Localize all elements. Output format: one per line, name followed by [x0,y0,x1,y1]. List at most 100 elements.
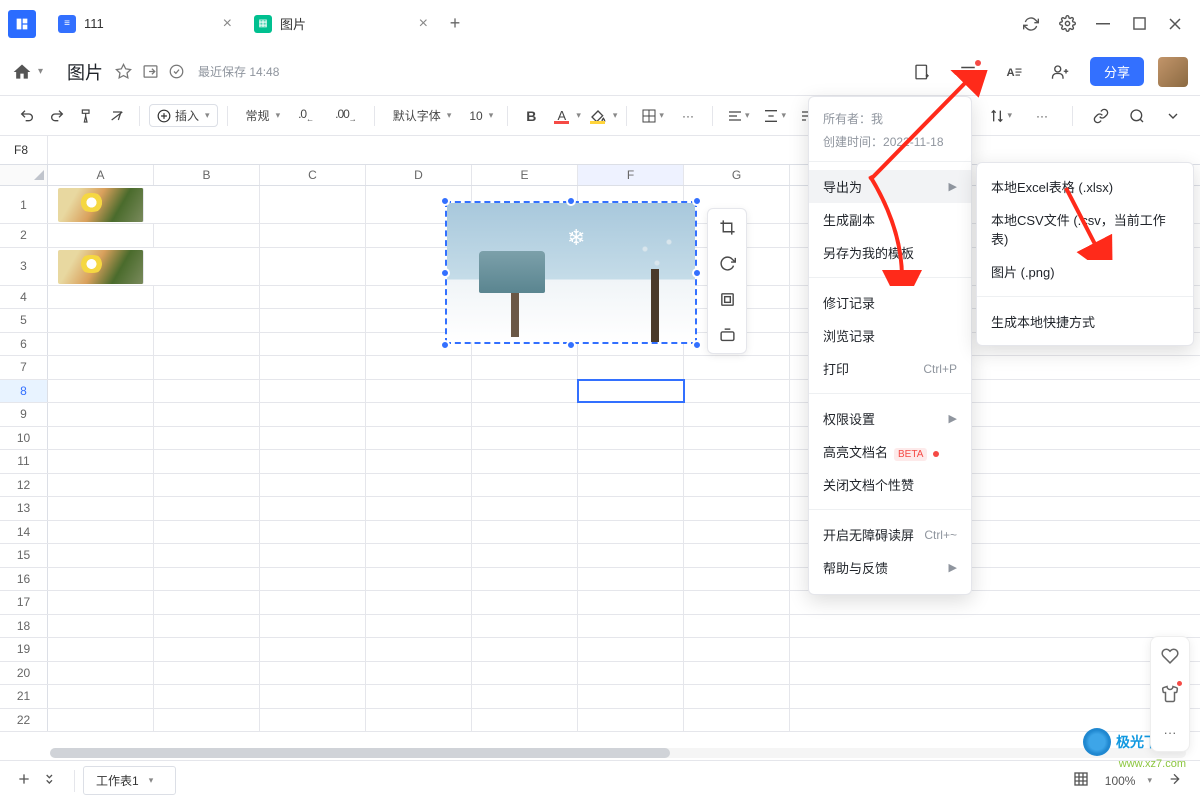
cell[interactable] [366,615,472,638]
cell[interactable] [366,380,472,403]
cell[interactable] [154,638,260,661]
row-header[interactable]: 1 [0,186,48,223]
cell[interactable] [366,356,472,379]
cell[interactable] [366,521,472,544]
sheet-dropdown-icon[interactable]: ▾ [149,775,154,786]
cell[interactable] [472,544,578,567]
export-png[interactable]: 图片 (.png) [977,255,1193,288]
cell[interactable] [154,568,260,591]
home-icon[interactable] [12,62,32,82]
cell[interactable] [154,544,260,567]
cell[interactable] [48,709,154,732]
close-icon[interactable]: × [223,15,232,33]
row-header[interactable]: 22 [0,709,48,732]
cell[interactable] [260,709,366,732]
cell[interactable] [154,427,260,450]
cell[interactable] [366,568,472,591]
cell[interactable] [684,591,790,614]
cell[interactable] [48,662,154,685]
cell[interactable] [684,521,790,544]
export-csv[interactable]: 本地CSV文件 (.csv，当前工作表) [977,203,1193,255]
cell[interactable] [154,286,260,309]
cell[interactable] [578,427,684,450]
resize-handle-bm[interactable] [566,340,576,350]
cell[interactable] [154,356,260,379]
font-dropdown[interactable]: 默认字体▾ [384,103,457,128]
cell[interactable] [48,615,154,638]
cell[interactable] [684,638,790,661]
sort-button[interactable]: ▾ [984,104,1017,128]
cell[interactable] [366,450,472,473]
cell[interactable] [578,356,684,379]
cell[interactable] [684,427,790,450]
cell[interactable] [260,450,366,473]
cell[interactable] [48,309,154,332]
cell[interactable] [472,521,578,544]
cell[interactable] [48,427,154,450]
cell[interactable] [366,403,472,426]
cell[interactable] [260,568,366,591]
h-scrollbar[interactable] [50,748,1186,758]
resize-handle-tr[interactable] [692,196,702,206]
row-header[interactable]: 11 [0,450,48,473]
select-all-corner[interactable] [0,165,48,185]
cell[interactable] [48,380,154,403]
cell[interactable] [260,403,366,426]
cell[interactable] [154,333,260,356]
cell[interactable] [578,497,684,520]
clear-format-icon[interactable] [104,104,130,128]
row-header[interactable]: 14 [0,521,48,544]
settings-icon[interactable] [1058,15,1076,33]
decimal-dec-icon[interactable]: .0← [289,103,322,127]
like-icon[interactable] [1151,637,1189,675]
menu-accessibility[interactable]: 开启无障碍读屏Ctrl+~ [809,518,971,551]
export-shortcut[interactable]: 生成本地快捷方式 [977,305,1193,338]
cell[interactable] [684,474,790,497]
cell[interactable] [684,497,790,520]
row-header[interactable]: 8 [0,380,48,403]
more-button[interactable]: ··· [1027,105,1057,127]
cell[interactable] [260,544,366,567]
row-header[interactable]: 2 [0,224,48,247]
row-header[interactable]: 18 [0,615,48,638]
row-header[interactable]: 16 [0,568,48,591]
cell[interactable] [578,662,684,685]
bold-button[interactable]: B [517,104,545,128]
cell[interactable] [472,474,578,497]
col-F[interactable]: F [578,165,684,185]
cell[interactable] [154,403,260,426]
col-D[interactable]: D [366,165,472,185]
resize-handle-tl[interactable] [440,196,450,206]
cell[interactable] [684,615,790,638]
cell[interactable] [48,450,154,473]
cell[interactable] [472,638,578,661]
row-header[interactable]: 3 [0,248,48,285]
resize-handle-mr[interactable] [692,268,702,278]
menu-print[interactable]: 打印Ctrl+P [809,352,971,385]
cell[interactable] [684,709,790,732]
resize-handle-ml[interactable] [440,268,450,278]
cell[interactable] [154,474,260,497]
cell[interactable] [260,615,366,638]
row-header[interactable]: 20 [0,662,48,685]
link-icon[interactable] [1088,104,1114,128]
cell[interactable] [48,403,154,426]
cell[interactable] [366,591,472,614]
cell[interactable] [260,380,366,403]
cell[interactable] [684,403,790,426]
thumbnail-image[interactable] [58,188,144,222]
cell[interactable] [472,685,578,708]
cell[interactable] [260,427,366,450]
collapse-icon[interactable] [1160,104,1186,128]
cell[interactable] [472,568,578,591]
format-dropdown[interactable]: 常规▾ [237,103,286,128]
cell[interactable] [48,568,154,591]
share-button[interactable]: 分享 [1090,57,1144,86]
resize-handle-bl[interactable] [440,340,450,350]
minimize-icon[interactable] [1094,15,1112,33]
replace-icon[interactable] [708,281,746,317]
cell[interactable] [578,403,684,426]
redo-icon[interactable] [44,104,70,128]
row-header[interactable]: 9 [0,403,48,426]
format-painter-icon[interactable] [74,104,100,128]
